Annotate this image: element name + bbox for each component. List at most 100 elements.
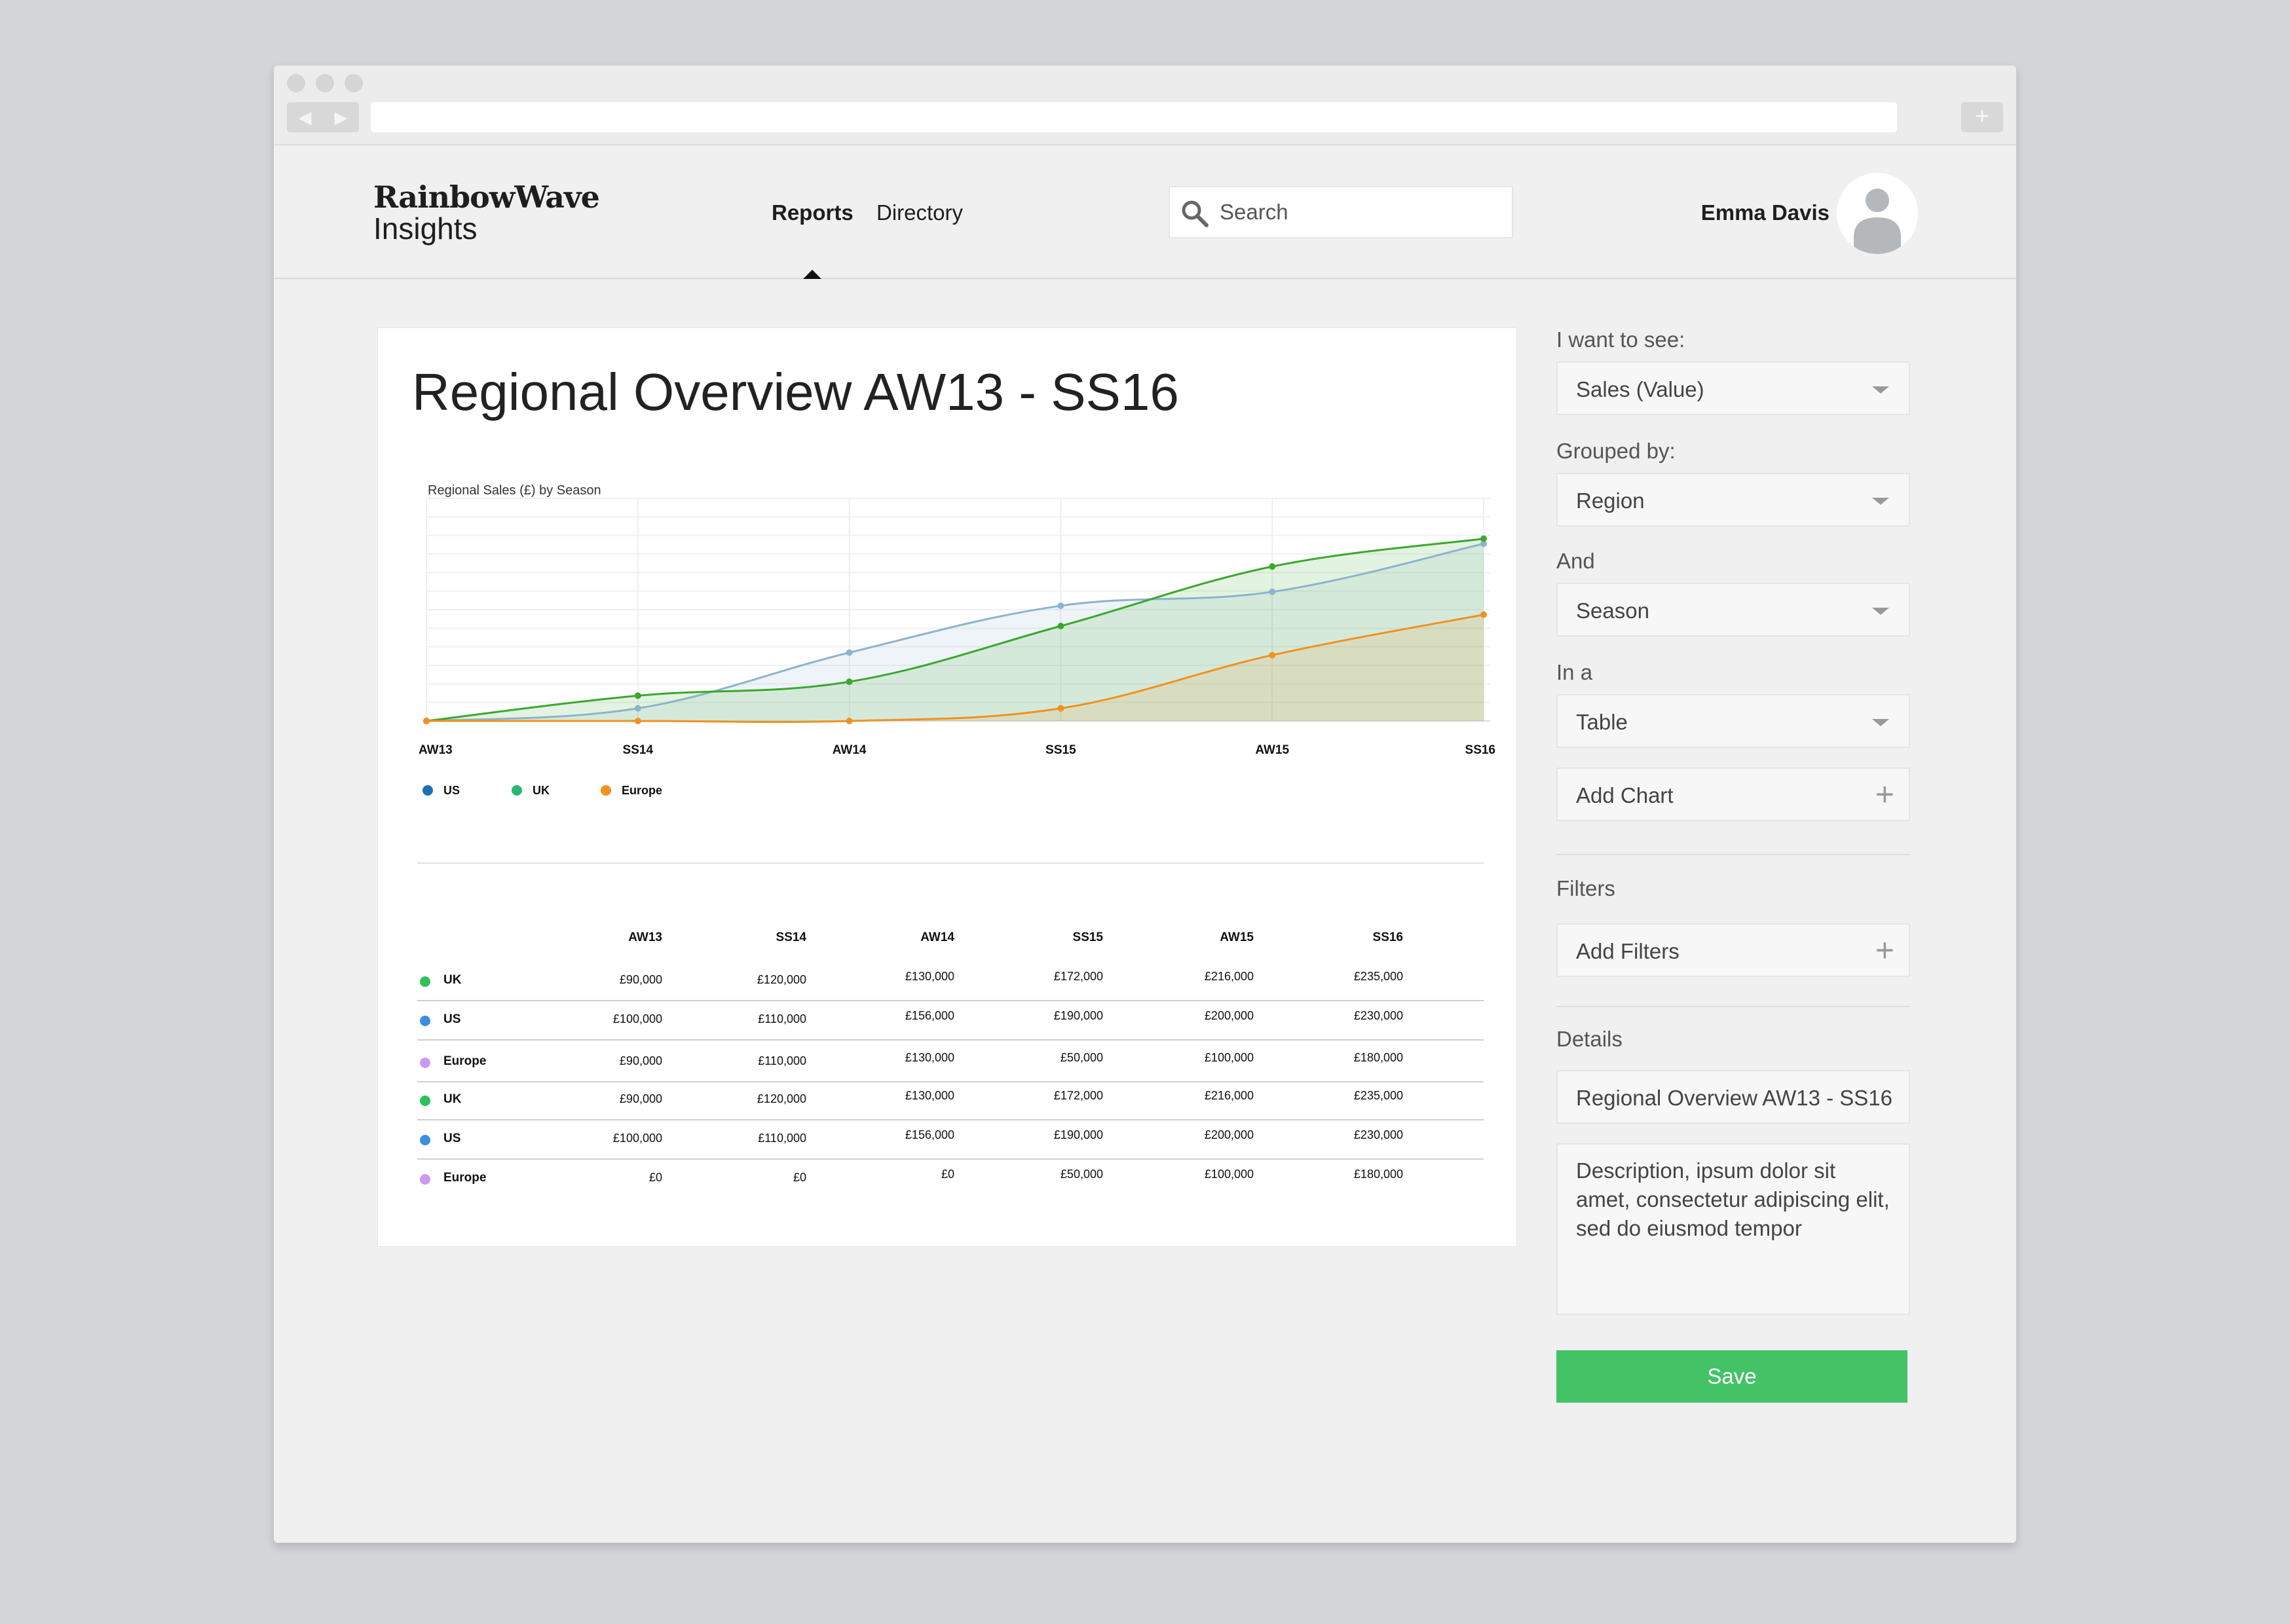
user-name[interactable]: Emma Davis (1689, 200, 1830, 225)
table-cell: £50,000 (1060, 1168, 1103, 1181)
row-label: US (443, 1012, 461, 1026)
chart-title: Regional Sales (£) by Season (428, 483, 601, 498)
series-color-dot (420, 1135, 430, 1145)
table-cell: £216,000 (1204, 970, 1254, 983)
table-cell: £0 (941, 1168, 954, 1181)
avatar[interactable] (1837, 173, 1918, 254)
plus-icon: + (1875, 776, 1894, 813)
back-arrow-icon[interactable]: ◀ (287, 102, 323, 132)
chart-legend: US UK Europe (422, 784, 662, 797)
table-cell: £216,000 (1204, 1089, 1254, 1102)
group-select-value: Region (1576, 489, 1645, 513)
search-input[interactable] (1220, 194, 1495, 231)
table-row[interactable]: US £100,000 £110,000 £156,000 £190,000 £200,0… (417, 1120, 1484, 1160)
table-cell: £100,000 (612, 1012, 662, 1025)
user-silhouette-icon (1854, 189, 1901, 254)
add-filters-button[interactable]: Add Filters + (1556, 923, 1910, 977)
address-bar[interactable] (371, 102, 1897, 132)
table-cell: £180,000 (1353, 1168, 1403, 1181)
table-cell: £130,000 (905, 1089, 954, 1102)
table-cell: £120,000 (757, 1092, 806, 1105)
table-cell: £90,000 (619, 1054, 662, 1067)
table-cell: £156,000 (905, 1128, 954, 1141)
table-row[interactable]: Europe £90,000 £110,000 £130,000 £50,000 £100… (417, 1043, 1484, 1082)
x-axis-ticks: AW13 SS14 AW14 SS15 AW15 SS16 (419, 743, 1495, 757)
add-chart-button[interactable]: Add Chart + (1556, 767, 1910, 821)
section-divider (417, 862, 1484, 864)
chevron-down-icon (1872, 719, 1889, 726)
data-point-europe (1480, 611, 1487, 618)
table-cell: £0 (648, 1171, 662, 1184)
data-point-uk (846, 678, 853, 686)
table-row[interactable]: Europe £0 £0 £0 £50,000 £100,000 £180,000 (417, 1160, 1484, 1199)
forward-arrow-icon[interactable]: ▶ (323, 102, 359, 132)
table-row[interactable]: US £100,000 £110,000 £156,000 £190,000 £200,0… (417, 1001, 1484, 1041)
column-header: AW14 (920, 931, 954, 944)
series-color-dot (420, 1016, 430, 1026)
details-title-field[interactable]: Regional Overview AW13 - SS16 (1556, 1070, 1910, 1124)
want-label: I want to see: (1556, 327, 1685, 352)
legend-swatch (601, 785, 611, 796)
chart-area: Regional Sales (£) by Season AW13 SS14 AW1… (378, 459, 1518, 852)
group-select[interactable]: Region (1556, 473, 1910, 526)
details-label: Details (1556, 1027, 1623, 1051)
table-cell: £200,000 (1204, 1128, 1254, 1141)
table-cell: £110,000 (758, 1132, 806, 1145)
table-cell: £200,000 (1204, 1009, 1254, 1022)
report-card: Regional Overview AW13 - SS16 Regional S… (377, 327, 1517, 1247)
search-box[interactable] (1169, 186, 1513, 238)
in-label: In a (1556, 660, 1593, 684)
nav-reports[interactable]: Reports (772, 200, 854, 225)
add-filters-label: Add Filters (1576, 939, 1680, 963)
brand-subtitle: Insights (373, 212, 478, 246)
data-point-us (634, 705, 641, 712)
table-cell: £230,000 (1353, 1009, 1403, 1022)
table-cell: £230,000 (1353, 1128, 1403, 1141)
display-select-value: Table (1576, 710, 1628, 734)
data-point-uk (634, 692, 641, 699)
table-cell: £130,000 (905, 970, 954, 983)
legend-swatch (422, 785, 433, 796)
legend-label: US (443, 784, 460, 797)
table-cell: £180,000 (1353, 1051, 1403, 1064)
minimize-dot[interactable] (316, 74, 334, 92)
column-header: AW15 (1220, 931, 1254, 944)
data-point-uk (1269, 563, 1276, 570)
save-button[interactable]: Save (1556, 1350, 1907, 1403)
column-header: SS14 (776, 931, 806, 944)
new-tab-plus-icon[interactable]: + (1961, 102, 2003, 132)
table-cell: £156,000 (905, 1009, 954, 1022)
table-row[interactable]: UK £90,000 £120,000 £130,000 £172,000 £216,00… (417, 1081, 1484, 1120)
grouped-label: Grouped by: (1556, 439, 1676, 463)
data-point-europe (846, 718, 853, 724)
legend-label: Europe (622, 784, 662, 797)
table-row[interactable]: UK £90,000 £120,000 £130,000 £172,000 £216,00… (417, 962, 1484, 1001)
table-cell: £190,000 (1053, 1128, 1103, 1141)
description-field[interactable]: Description, ipsum dolor sit amet, conse… (1556, 1143, 1910, 1315)
nav-directory[interactable]: Directory (876, 200, 963, 225)
maximize-dot[interactable] (345, 74, 363, 92)
close-dot[interactable] (287, 74, 305, 92)
brand-name[interactable]: RainbowWave (373, 179, 600, 215)
active-nav-indicator (803, 270, 821, 279)
table-cell: £100,000 (612, 1132, 662, 1145)
secondary-group-select-value: Season (1576, 599, 1649, 623)
plus-icon: + (1875, 932, 1894, 969)
secondary-group-select[interactable]: Season (1556, 583, 1910, 637)
browser-window: ◀ ▶ + RainbowWave Insights Reports Direc… (274, 65, 2016, 1543)
display-select[interactable]: Table (1556, 694, 1910, 748)
row-label: Europe (443, 1054, 487, 1068)
column-header: AW13 (628, 931, 662, 944)
series-color-dot (420, 1096, 430, 1106)
row-label: Europe (443, 1171, 487, 1185)
table-cell: £90,000 (619, 1092, 662, 1105)
row-label: US (443, 1132, 461, 1145)
data-point-us (1269, 588, 1276, 595)
table-cell: £100,000 (1204, 1051, 1254, 1064)
history-buttons: ◀ ▶ (287, 102, 359, 132)
metric-select[interactable]: Sales (Value) (1556, 361, 1910, 415)
legend-swatch (512, 785, 522, 796)
row-label: UK (443, 973, 462, 987)
data-point-europe (423, 718, 430, 724)
data-point-us (846, 649, 853, 656)
